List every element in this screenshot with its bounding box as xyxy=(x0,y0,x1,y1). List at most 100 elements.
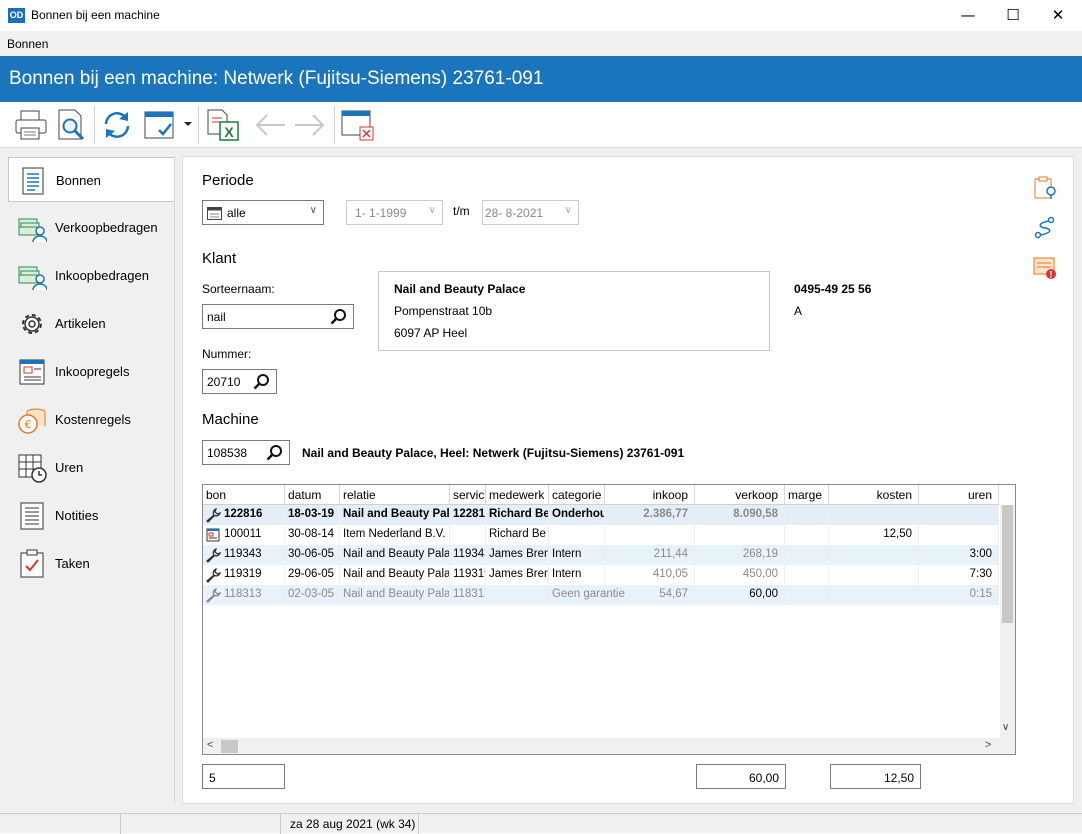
nummer-value: 20710 xyxy=(207,375,241,389)
status-divider xyxy=(120,814,121,834)
menu-bar xyxy=(0,31,1082,56)
sidebar-item-label: Notities xyxy=(55,508,99,523)
table-cell-datum: 30-08-14 xyxy=(285,525,340,545)
table-cell-kosten xyxy=(829,565,919,585)
close-button[interactable]: ✕ xyxy=(1035,0,1081,31)
tm-label: t/m xyxy=(453,204,470,218)
table-cell-relatie: Nail and Beauty Palace xyxy=(340,565,450,585)
table-cell-bon: 119319 xyxy=(221,565,285,585)
page-title: Bonnen bij een machine: Netwerk (Fujitsu… xyxy=(9,68,544,89)
refresh-icon[interactable] xyxy=(100,108,134,142)
svg-text:!: ! xyxy=(1050,270,1053,280)
column-header-categorie[interactable]: categorie xyxy=(549,485,605,505)
status-bar: za 28 aug 2021 (wk 34) xyxy=(0,813,1082,834)
periode-select[interactable]: alle ∨ xyxy=(202,200,324,225)
sidebar-item-bonnen[interactable]: Bonnen xyxy=(8,157,174,202)
table-cell-verkoop xyxy=(695,525,785,545)
close-window-icon[interactable] xyxy=(340,108,376,142)
sidebar-item-notities[interactable]: Notities xyxy=(8,493,174,538)
table-cell-servic: 122816 xyxy=(450,505,486,525)
scroll-right-icon[interactable]: > xyxy=(985,739,991,751)
print-icon[interactable] xyxy=(14,108,48,142)
scrollbar-thumb[interactable] xyxy=(221,740,238,753)
chevron-down-icon: ∨ xyxy=(564,205,572,216)
money-person-icon xyxy=(18,266,47,291)
invoice-icon xyxy=(19,359,45,385)
vertical-scrollbar[interactable]: ∨ xyxy=(1000,505,1015,738)
column-header-servic[interactable]: servic xyxy=(450,485,486,505)
sidebar-item-artikelen[interactable]: Artikelen xyxy=(8,301,174,346)
sidebar-item-verkoopbedragen[interactable]: Verkoopbedragen xyxy=(8,205,174,250)
machine-heading: Machine xyxy=(202,411,259,428)
dropdown-arrow-icon[interactable] xyxy=(182,118,194,130)
toolbar-separator xyxy=(198,106,199,144)
sidebar-item-inkoopbedragen[interactable]: Inkoopbedragen xyxy=(8,253,174,298)
sidebar-item-inkoopregels[interactable]: Inkoopregels xyxy=(8,349,174,394)
sidebar-item-label: Artikelen xyxy=(55,316,106,331)
column-header-relatie[interactable]: relatie xyxy=(340,485,450,505)
table-cell-medewerk: Richard Be xyxy=(486,525,549,545)
chevron-down-icon: ∨ xyxy=(309,205,317,216)
print-preview-icon[interactable] xyxy=(54,108,88,142)
money-person-icon xyxy=(18,218,47,243)
forward-arrow-icon[interactable] xyxy=(292,110,328,140)
table-cell-marge xyxy=(785,505,829,525)
table-cell-uren xyxy=(919,525,999,545)
total-kosten-field: 12,50 xyxy=(830,764,921,789)
table-cell-kosten: 12,50 xyxy=(829,525,919,545)
status-divider xyxy=(280,814,281,834)
column-header-inkoop[interactable]: inkoop xyxy=(605,485,695,505)
machine-input[interactable]: 108538 xyxy=(202,440,290,465)
sidebar-item-uren[interactable]: Uren xyxy=(8,445,174,490)
menu-item-bonnen[interactable]: Bonnen xyxy=(7,37,48,51)
customer-phone: 0495-49 25 56 xyxy=(794,282,872,296)
periode-to-select[interactable]: 28- 8-2021 ∨ xyxy=(482,200,579,225)
table-cell-medewerk: Richard Be xyxy=(486,505,549,525)
select-view-icon[interactable] xyxy=(142,108,176,142)
scroll-left-icon[interactable]: < xyxy=(207,739,213,751)
table-cell-servic: 119319 xyxy=(450,565,486,585)
table-cell-categorie: Onderhoud xyxy=(549,505,605,525)
column-header-kosten[interactable]: kosten xyxy=(829,485,919,505)
column-header-datum[interactable]: datum xyxy=(285,485,340,505)
periode-from-select[interactable]: 1- 1-1999 ∨ xyxy=(346,200,443,225)
maximize-button[interactable]: ☐ xyxy=(990,0,1036,31)
total-verkoop-value: 60,00 xyxy=(748,771,779,785)
route-icon[interactable] xyxy=(1032,215,1058,241)
minimize-button[interactable]: — xyxy=(945,0,991,31)
table-cell-bon: 100011 xyxy=(221,525,285,545)
scrollbar-thumb[interactable] xyxy=(1002,505,1013,623)
export-excel-icon[interactable]: X xyxy=(205,108,239,142)
sidebar-item-label: Kostenregels xyxy=(55,412,131,427)
table-cell-datum: 02-03-05 xyxy=(285,585,340,605)
search-icon[interactable] xyxy=(253,373,270,390)
wrench-icon xyxy=(206,547,221,563)
sidebar-item-kostenregels[interactable]: € Kostenregels xyxy=(8,397,174,442)
bonnen-table[interactable]: bon datum relatie servic medewerk catego… xyxy=(202,484,1016,755)
periode-select-value: alle xyxy=(227,206,246,220)
sidebar-item-taken[interactable]: Taken xyxy=(8,541,174,586)
horizontal-scrollbar[interactable]: < > xyxy=(203,738,1015,754)
table-cell-verkoop: 60,00 xyxy=(695,585,785,605)
message-alert-icon[interactable]: ! xyxy=(1032,255,1058,281)
table-cell-marge xyxy=(785,525,829,545)
column-header-verkoop[interactable]: verkoop xyxy=(695,485,785,505)
sorteernaam-input[interactable]: nail xyxy=(202,304,354,329)
clipboard-location-icon[interactable] xyxy=(1032,175,1058,201)
search-icon[interactable] xyxy=(330,308,347,325)
sidebar-item-label: Inkoopregels xyxy=(55,364,130,379)
sidebar-item-label: Inkoopbedragen xyxy=(55,268,149,283)
search-icon[interactable] xyxy=(266,444,283,461)
table-cell-marge xyxy=(785,565,829,585)
nummer-input[interactable]: 20710 xyxy=(202,369,277,394)
back-arrow-icon[interactable] xyxy=(252,110,288,140)
column-header-marge[interactable]: marge xyxy=(785,485,829,505)
column-header-medewerk[interactable]: medewerk xyxy=(486,485,549,505)
gear-icon xyxy=(22,314,42,334)
column-header-uren[interactable]: uren xyxy=(919,485,999,505)
wrench-icon xyxy=(206,567,221,583)
table-cell-kosten xyxy=(829,545,919,565)
column-header-bon[interactable]: bon xyxy=(203,485,285,505)
scroll-down-icon[interactable]: ∨ xyxy=(1002,722,1009,733)
table-cell-categorie: Geen garantie xyxy=(549,585,625,605)
